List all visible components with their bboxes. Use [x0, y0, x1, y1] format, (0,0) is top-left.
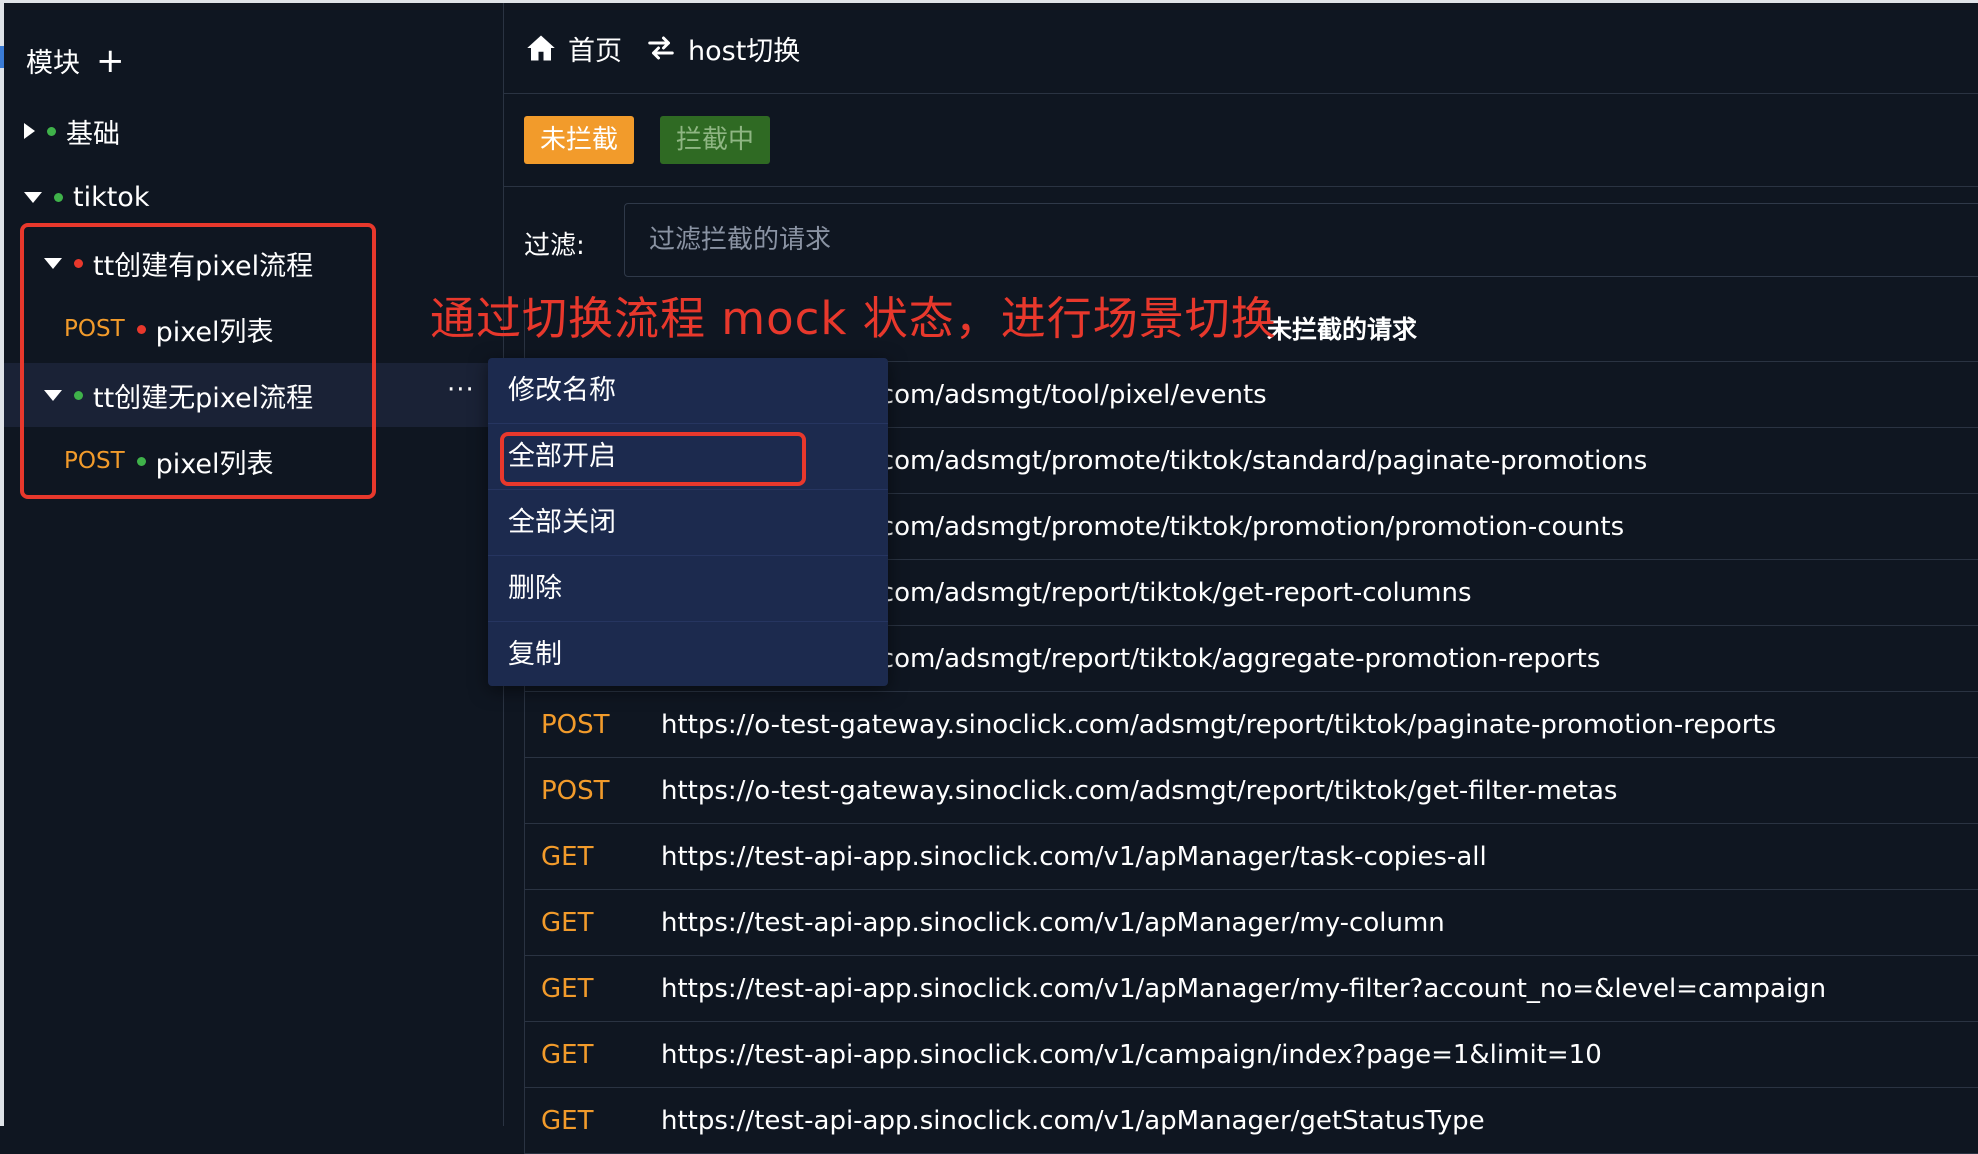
tree-item-tiktok[interactable]: tiktok: [4, 165, 523, 229]
row-url: https://test-api-app.sinoclick.com/v1/ca…: [661, 1039, 1602, 1070]
filter-input[interactable]: 过滤拦截的请求: [624, 203, 1978, 277]
annotation-text: 通过切换流程 mock 状态，进行场景切换: [430, 292, 1277, 345]
row-method: GET: [541, 841, 594, 872]
row-method: GET: [541, 1039, 594, 1070]
row-method: POST: [541, 775, 610, 806]
table-row[interactable]: GET https://test-api-app.sinoclick.com/v1…: [525, 956, 1978, 1022]
menu-item-delete[interactable]: 删除: [488, 556, 888, 622]
tree-item-basic[interactable]: 基础: [4, 99, 523, 163]
row-url: https://test-api-app.sinoclick.com/v1/ap…: [661, 841, 1487, 872]
menu-item-copy[interactable]: 复制: [488, 622, 888, 687]
row-url: https://test-api-app.sinoclick.com/v1/ap…: [661, 973, 1827, 1004]
context-menu: 修改名称 全部开启 全部关闭 删除 复制: [488, 358, 888, 686]
nav-home[interactable]: 首页: [526, 29, 622, 68]
table-row[interactable]: POST https://o-test-gateway.sinoclick.com…: [525, 758, 1978, 824]
table-row[interactable]: POST https://o-test-gateway.sinoclick.com…: [525, 692, 1978, 758]
tree-item-label: tiktok: [73, 181, 150, 213]
menu-item-disable-all[interactable]: 全部关闭: [488, 490, 888, 556]
more-options-icon[interactable]: ···: [447, 375, 475, 405]
row-url: https://test-api-app.sinoclick.com/v1/ap…: [661, 1105, 1485, 1136]
module-header-title: 模块: [26, 48, 80, 79]
intercept-button-bar: 未拦截 拦截中: [504, 94, 1978, 187]
tree-item-label: 基础: [66, 118, 120, 150]
add-module-icon[interactable]: +: [96, 44, 125, 78]
top-nav-bar: 首页 host切换: [504, 3, 1978, 94]
module-sidebar: 模块 + 基础 tiktok tt创建有pixel流程 POST pixel列表…: [4, 3, 543, 1126]
row-method: GET: [541, 1105, 594, 1136]
filter-label: 过滤:: [524, 231, 585, 261]
row-method: GET: [541, 907, 594, 938]
nav-host-switch-label: host切换: [688, 35, 801, 67]
row-url: https://o-test-gateway.sinoclick.com/ads…: [661, 709, 1777, 740]
table-row[interactable]: GET https://test-api-app.sinoclick.com/v1…: [525, 890, 1978, 956]
status-dot: [47, 126, 56, 136]
intercepting-button[interactable]: 拦截中: [660, 116, 771, 164]
nav-host-switch[interactable]: host切换: [646, 29, 800, 68]
table-row[interactable]: GET https://test-api-app.sinoclick.com/v1…: [525, 1022, 1978, 1088]
row-url: https://o-test-gateway.sinoclick.com/ads…: [661, 775, 1618, 806]
caret-right-icon[interactable]: [24, 123, 35, 139]
module-header: 模块 +: [26, 41, 125, 80]
caret-down-icon[interactable]: [24, 191, 42, 203]
table-row[interactable]: GET https://test-api-app.sinoclick.com/v1…: [525, 824, 1978, 890]
nav-home-label: 首页: [568, 35, 622, 67]
swap-icon: [648, 36, 674, 60]
menu-item-rename[interactable]: 修改名称: [488, 358, 888, 424]
annotation-highlight-box: [20, 223, 376, 499]
table-row[interactable]: GET https://test-api-app.sinoclick.com/v1…: [525, 1088, 1978, 1154]
row-url: https://test-api-app.sinoclick.com/v1/ap…: [661, 907, 1445, 938]
not-intercepted-button[interactable]: 未拦截: [524, 116, 635, 164]
row-method: POST: [541, 709, 610, 740]
home-icon: [527, 35, 555, 61]
menu-highlight-box: [500, 432, 806, 486]
status-dot: [54, 192, 63, 202]
row-method: GET: [541, 973, 594, 1004]
